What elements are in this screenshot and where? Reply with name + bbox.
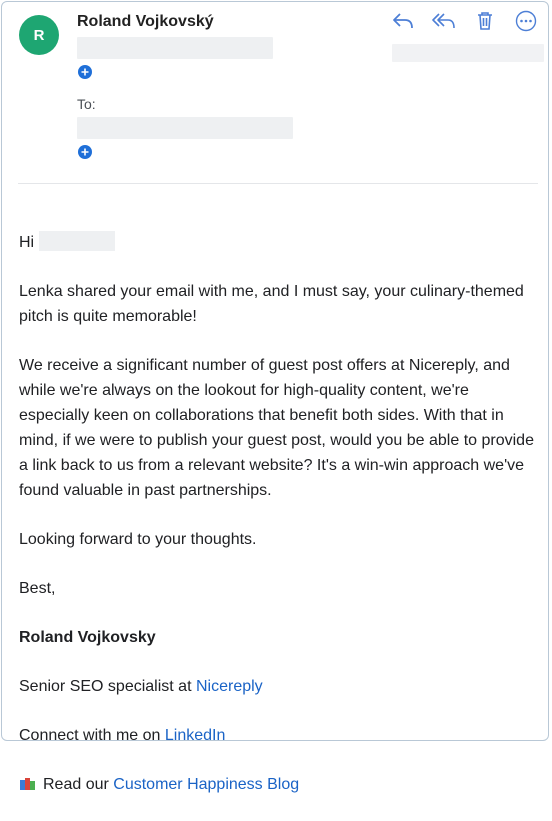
reply-icon[interactable] [391, 10, 415, 32]
message-actions [391, 10, 538, 32]
connect-prefix: Connect with me on [19, 727, 161, 744]
email-card: R Roland Vojkovský To: Hi Lenka shared y… [1, 1, 549, 793]
redacted-timestamp [392, 44, 544, 62]
trash-icon[interactable] [473, 10, 497, 32]
paragraph-2: We receive a significant number of guest… [19, 357, 534, 499]
signoff: Best, [19, 580, 56, 597]
signature-role: Senior SEO specialist at Nicereply [19, 674, 539, 699]
signature-connect: Connect with me on LinkedIn [19, 723, 539, 748]
greeting: Hi [19, 234, 35, 251]
redacted-recipient [77, 117, 293, 139]
greeting-line: Hi [19, 230, 539, 255]
more-icon[interactable] [514, 10, 538, 32]
to-label: To: [77, 96, 96, 112]
blog-prefix: Read our [43, 776, 109, 793]
signature-blog: Read our Customer Happiness Blog [19, 772, 539, 797]
reply-all-icon[interactable] [432, 10, 456, 32]
redacted-sender-email [77, 37, 273, 59]
signature: Roland Vojkovsky Senior SEO specialist a… [19, 625, 539, 797]
avatar[interactable]: R [19, 15, 59, 55]
header-divider [18, 183, 538, 184]
blog-link[interactable]: Customer Happiness Blog [113, 776, 299, 793]
paragraph-1: Lenka shared your email with me, and I m… [19, 283, 524, 325]
closing-line: Looking forward to your thoughts. [19, 531, 257, 548]
message-body: Hi Lenka shared your email with me, and … [19, 230, 539, 821]
signature-name: Roland Vojkovsky [19, 629, 156, 646]
linkedin-link[interactable]: LinkedIn [165, 727, 226, 744]
nicereply-link[interactable]: Nicereply [196, 678, 263, 695]
sender-name[interactable]: Roland Vojkovský [77, 13, 214, 31]
add-contact-icon[interactable] [78, 65, 92, 79]
role-prefix: Senior SEO specialist at [19, 678, 192, 695]
add-recipient-contact-icon[interactable] [78, 145, 92, 159]
redacted-recipient-name [39, 231, 116, 251]
books-icon [19, 774, 37, 790]
